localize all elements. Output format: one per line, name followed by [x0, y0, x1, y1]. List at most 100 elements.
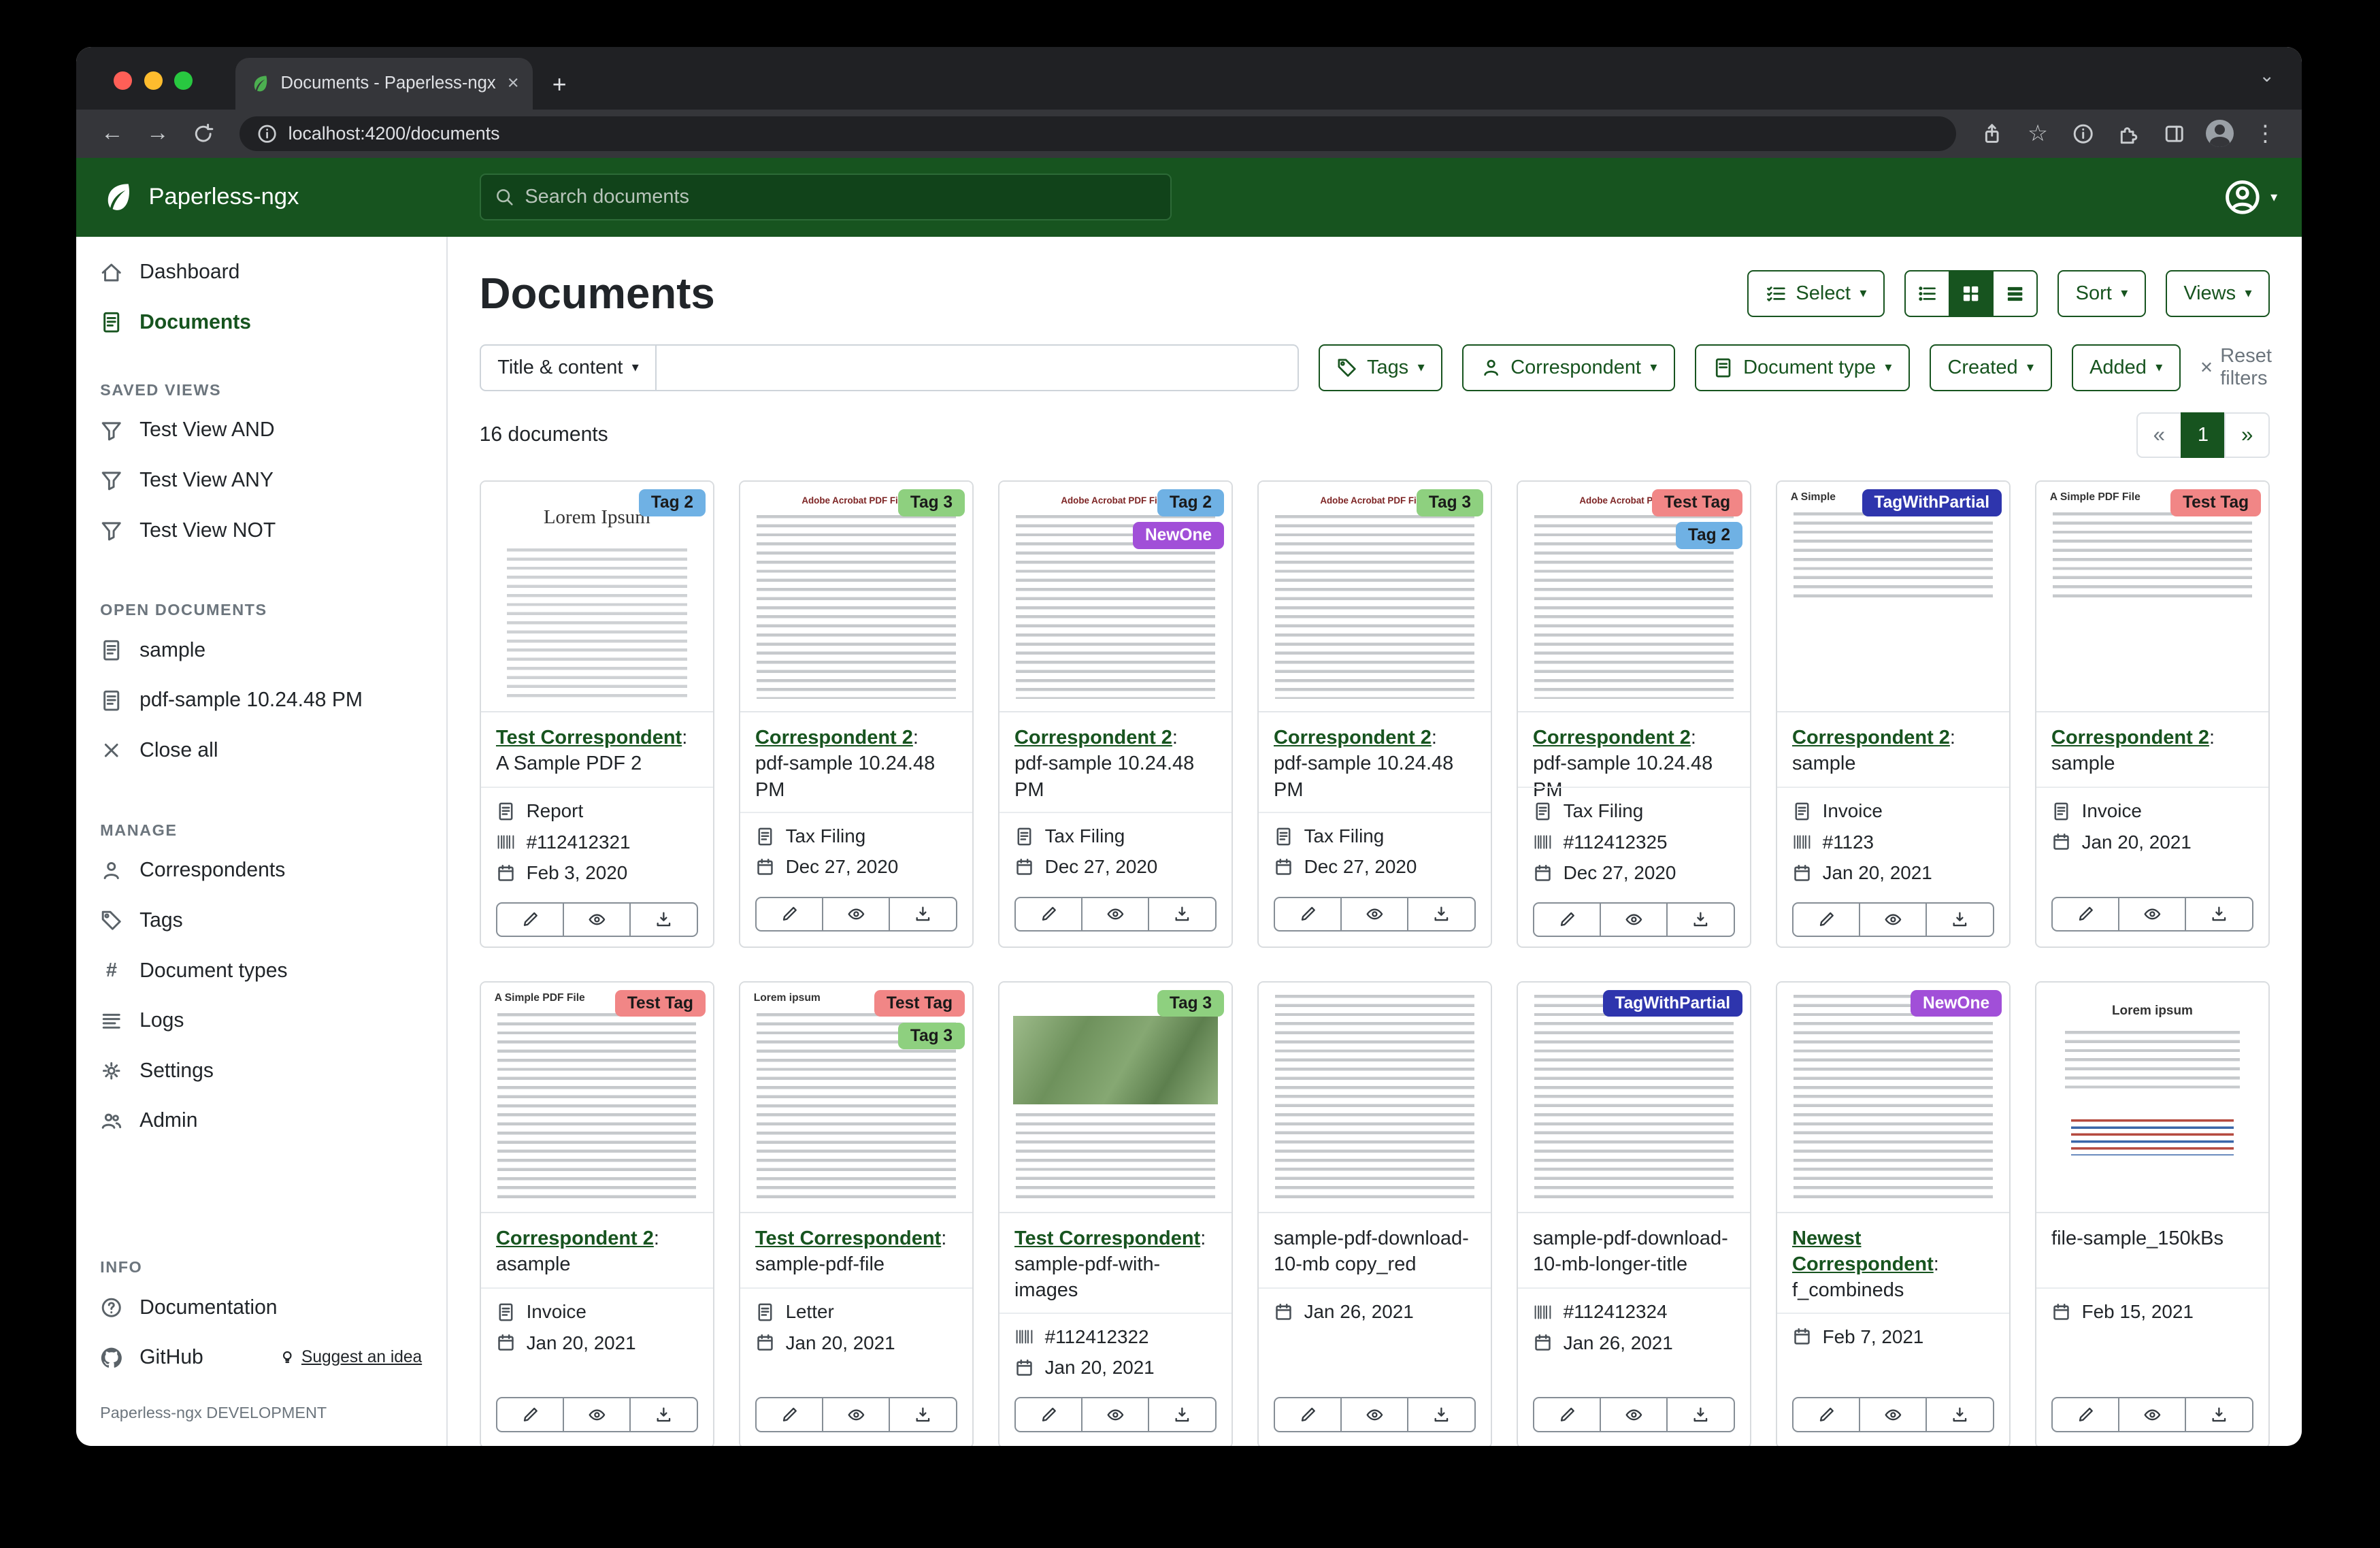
close-window-button[interactable]	[114, 71, 132, 90]
edit-button[interactable]	[755, 897, 823, 932]
edit-button[interactable]	[1792, 1397, 1860, 1432]
document-card[interactable]: A Simple PDF File Test Tag Correspondent…	[480, 981, 714, 1446]
document-thumbnail[interactable]: TagWithPartial	[1518, 983, 1750, 1213]
document-thumbnail[interactable]: Adobe Acrobat PDF Files Tag 3	[1259, 482, 1491, 712]
view-button[interactable]	[1340, 897, 1408, 932]
tag-badge[interactable]: Tag 2	[1676, 522, 1742, 548]
correspondent-link[interactable]: Test Correspondent	[1014, 1228, 1200, 1249]
download-button[interactable]	[889, 1397, 957, 1432]
view-list-button[interactable]	[1904, 270, 1950, 317]
back-icon[interactable]: ←	[94, 115, 131, 152]
suggest-idea-link[interactable]: Suggest an idea	[279, 1348, 423, 1367]
view-detail-button[interactable]	[1992, 270, 2038, 317]
document-card[interactable]: TagWithPartial sample-pdf-download-10-mb…	[1517, 981, 1751, 1446]
edit-button[interactable]	[1014, 897, 1082, 932]
document-thumbnail[interactable]	[1259, 983, 1491, 1213]
document-card[interactable]: Tag 3 Test Correspondent: sample-pdf-wit…	[998, 981, 1233, 1446]
download-button[interactable]	[629, 1397, 697, 1432]
sidebar-item-open-doc-pdf-sample[interactable]: pdf-sample 10.24.48 PM	[76, 676, 446, 726]
download-button[interactable]	[1148, 897, 1216, 932]
edit-button[interactable]	[1792, 902, 1860, 937]
document-thumbnail[interactable]: A Simple PDF File Test Tag	[2036, 482, 2268, 712]
global-search[interactable]	[480, 174, 1172, 220]
correspondent-link[interactable]: Correspondent 2	[1792, 727, 1950, 748]
extensions-puzzle-icon[interactable]	[2111, 115, 2147, 152]
edit-button[interactable]	[496, 902, 564, 937]
reset-filters-button[interactable]: × Reset filters	[2200, 345, 2272, 390]
edit-button[interactable]	[2051, 897, 2119, 932]
download-button[interactable]	[1666, 902, 1734, 937]
tag-badge[interactable]: Test Tag	[1652, 489, 1742, 516]
sidebar-item-tags[interactable]: Tags	[76, 895, 446, 946]
document-thumbnail[interactable]: A Simple PDF File Test Tag	[481, 983, 713, 1213]
new-tab-button[interactable]: +	[552, 71, 567, 99]
correspondent-link[interactable]: Correspondent 2	[1014, 727, 1172, 748]
sidebar-item-documents[interactable]: Documents	[76, 297, 446, 348]
sidebar-item-logs[interactable]: Logs	[76, 995, 446, 1046]
document-thumbnail[interactable]: Lorem ipsum	[2036, 983, 2268, 1213]
document-card[interactable]: Adobe Acrobat PDF Files Test TagTag 2 Co…	[1517, 480, 1751, 948]
edit-button[interactable]	[1014, 1397, 1082, 1432]
document-card[interactable]: Adobe Acrobat PDF Files Tag 2NewOne Corr…	[998, 480, 1233, 948]
download-button[interactable]	[2185, 1397, 2253, 1432]
views-button[interactable]: Views ▾	[2166, 270, 2270, 317]
sidebar-item-open-doc-sample[interactable]: sample	[76, 625, 446, 676]
edit-button[interactable]	[1533, 902, 1601, 937]
tags-filter-button[interactable]: Tags ▾	[1319, 344, 1442, 391]
edit-button[interactable]	[1274, 1397, 1342, 1432]
view-button[interactable]	[563, 1397, 631, 1432]
sidebar-item-documentation[interactable]: Documentation	[76, 1283, 446, 1333]
document-thumbnail[interactable]: Adobe Acrobat PDF Files Test TagTag 2	[1518, 482, 1750, 712]
minimize-window-button[interactable]	[144, 71, 163, 90]
view-button[interactable]	[563, 902, 631, 937]
site-info-icon[interactable]	[257, 123, 278, 144]
edit-button[interactable]	[496, 1397, 564, 1432]
view-button[interactable]	[1081, 1397, 1149, 1432]
view-button[interactable]	[2118, 1397, 2186, 1432]
title-content-dropdown[interactable]: Title & content ▾	[480, 344, 657, 391]
download-button[interactable]	[1148, 1397, 1216, 1432]
browser-info-icon[interactable]	[2065, 115, 2102, 152]
tag-badge[interactable]: Tag 3	[1417, 489, 1483, 516]
view-button[interactable]	[1081, 897, 1149, 932]
download-button[interactable]	[2185, 897, 2253, 932]
user-menu[interactable]: ▾	[2224, 178, 2277, 216]
view-grid-button[interactable]	[1949, 270, 1994, 317]
document-card[interactable]: NewOne Newest Correspondent: f_combineds…	[1776, 981, 2011, 1446]
document-card[interactable]: Lorem Ipsum Tag 2 Test Correspondent: A …	[480, 480, 714, 948]
tag-badge[interactable]: Test Tag	[615, 990, 706, 1017]
correspondent-link[interactable]: Correspondent 2	[1274, 727, 1432, 748]
document-thumbnail[interactable]: Lorem Ipsum Tag 2	[481, 482, 713, 712]
download-button[interactable]	[1407, 897, 1475, 932]
view-button[interactable]	[1600, 902, 1668, 937]
sidebar-item-dashboard[interactable]: Dashboard	[76, 247, 446, 297]
document-thumbnail[interactable]: Adobe Acrobat PDF Files Tag 3	[740, 482, 972, 712]
tag-badge[interactable]: Tag 2	[1157, 489, 1224, 516]
previous-page-button[interactable]: «	[2136, 412, 2182, 458]
document-card[interactable]: A Simple TagWithPartial Correspondent 2:…	[1776, 480, 2011, 948]
document-card[interactable]: sample-pdf-download-10-mb copy_red Jan 2…	[1257, 981, 1492, 1446]
correspondent-filter-button[interactable]: Correspondent ▾	[1462, 344, 1675, 391]
download-button[interactable]	[1926, 1397, 1994, 1432]
document-card[interactable]: Lorem ipsum Test TagTag 3 Test Correspon…	[739, 981, 974, 1446]
correspondent-link[interactable]: Correspondent 2	[1533, 727, 1691, 748]
correspondent-link[interactable]: Correspondent 2	[755, 727, 913, 748]
correspondent-link[interactable]: Correspondent 2	[2051, 727, 2209, 748]
next-page-button[interactable]: »	[2224, 412, 2270, 458]
reload-icon[interactable]	[185, 115, 222, 152]
document-card[interactable]: Lorem ipsum file-sample_150kBs Feb 15, 2…	[2035, 981, 2270, 1446]
correspondent-link[interactable]: Test Correspondent	[496, 727, 682, 748]
tag-badge[interactable]: NewOne	[1911, 990, 2002, 1017]
menu-kebab-icon[interactable]: ⋮	[2247, 115, 2284, 152]
page-number-button[interactable]: 1	[2181, 412, 2226, 458]
browser-tab[interactable]: Documents - Paperless-ngx ×	[235, 58, 533, 110]
search-input[interactable]	[525, 186, 1156, 208]
tab-overflow-chevron-icon[interactable]: ⌄	[2259, 65, 2274, 86]
title-content-filter-input[interactable]	[657, 344, 1299, 391]
document-card[interactable]: Adobe Acrobat PDF Files Tag 3 Correspond…	[739, 480, 974, 948]
download-button[interactable]	[1666, 1397, 1734, 1432]
sidebar-item-github[interactable]: GitHub Suggest an idea	[76, 1333, 446, 1383]
split-view-icon[interactable]	[2156, 115, 2193, 152]
correspondent-link[interactable]: Correspondent 2	[496, 1228, 654, 1249]
tag-badge[interactable]: Test Tag	[2170, 489, 2261, 516]
